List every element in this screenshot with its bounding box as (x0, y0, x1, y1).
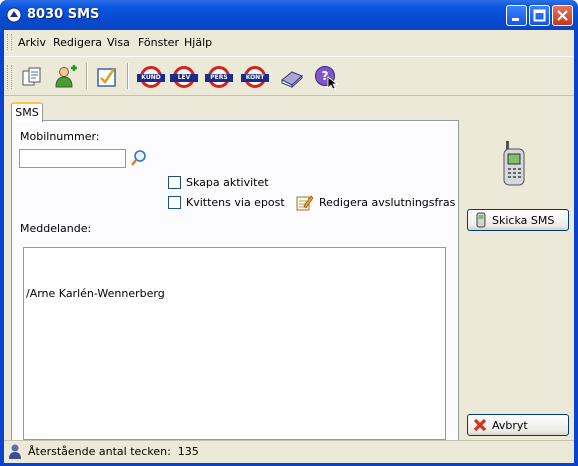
minimize-button[interactable] (506, 5, 527, 26)
sms-panel: Mobilnummer: Skapa aktivitet Kvittens vi… (11, 120, 459, 450)
minimize-icon (512, 18, 519, 21)
menu-fonster[interactable]: Fönster (138, 36, 179, 49)
remaining-chars-status: Återstående antal tecken: 135 (28, 445, 199, 458)
checklist-icon (97, 68, 116, 87)
svg-text:?: ? (322, 69, 329, 83)
edit-closing-phrase-button[interactable] (295, 194, 314, 212)
roundel-label: PERS (205, 74, 233, 82)
menu-arkiv[interactable]: Arkiv (18, 36, 46, 49)
mobile-number-label: Mobilnummer: (20, 130, 100, 143)
toolbar-help-button[interactable]: ? (312, 63, 340, 91)
edit-note-icon (296, 195, 314, 211)
roundel-label: LEV (170, 74, 198, 82)
phone-small-icon (476, 212, 486, 228)
email-receipt-label: Kvittens via epost (186, 196, 285, 209)
toolbar-separator (127, 63, 129, 89)
help-cursor-icon: ? (315, 66, 338, 89)
app-window: 8030 SMS Arkiv Redigera Visa Fönster Hjä… (0, 0, 578, 466)
window-title: 8030 SMS (27, 7, 100, 22)
documents-icon (22, 67, 41, 86)
search-icon (131, 150, 146, 166)
toolbar-pers-button[interactable]: PERS (205, 63, 233, 91)
status-bar: Återstående antal tecken: 135 (4, 440, 574, 463)
toolbar-add-user-button[interactable] (52, 63, 80, 91)
add-user-icon (55, 65, 77, 88)
toolbar-grip[interactable] (7, 65, 12, 89)
edit-closing-phrase-label[interactable]: Redigera avslutningsfras (319, 196, 455, 209)
personnel-roundel-icon: PERS (205, 66, 233, 88)
toolbar-kont-button[interactable]: KONT (241, 63, 269, 91)
toolbar-separator (86, 63, 88, 89)
create-activity-checkbox[interactable] (168, 176, 181, 189)
cancel-label: Avbryt (492, 418, 528, 432)
toolbar-documents-button[interactable] (18, 63, 46, 91)
contact-roundel-icon: KONT (241, 66, 269, 88)
message-label: Meddelande: (20, 222, 92, 235)
close-button[interactable] (552, 5, 573, 26)
client-area: Arkiv Redigera Visa Fönster Hjälp KUND L… (4, 30, 574, 463)
menu-hjalp[interactable]: Hjälp (184, 36, 212, 49)
roundel-label: KUND (137, 74, 165, 82)
send-sms-button[interactable]: Skicka SMS (467, 209, 569, 231)
menubar-grip[interactable] (7, 34, 12, 50)
mobile-phone-icon (503, 141, 525, 186)
menu-bar: Arkiv Redigera Visa Fönster Hjälp (4, 30, 574, 54)
cancel-button[interactable]: Avbryt (467, 414, 569, 436)
toolbar: KUND LEV PERS KONT ? (4, 56, 574, 96)
toolbar-checklist-button[interactable] (93, 63, 121, 91)
app-icon[interactable] (6, 7, 22, 23)
mobile-number-input[interactable] (19, 149, 126, 168)
toolbar-kund-button[interactable]: KUND (137, 63, 165, 91)
tab-sms[interactable]: SMS (11, 102, 43, 122)
menu-redigera[interactable]: Redigera (53, 36, 102, 49)
supplier-roundel-icon: LEV (170, 66, 198, 88)
roundel-label: KONT (241, 74, 269, 82)
mobile-phone-image (500, 139, 530, 187)
maximize-icon (533, 9, 546, 22)
send-sms-label: Skicka SMS (492, 213, 555, 227)
create-activity-label: Skapa aktivitet (186, 176, 269, 189)
menu-visa[interactable]: Visa (107, 36, 130, 49)
close-icon (557, 10, 568, 21)
message-textarea[interactable]: /Arne Karlén-Wennerberg (23, 247, 446, 440)
search-contact-button[interactable] (130, 149, 148, 167)
cancel-x-icon (473, 418, 487, 432)
title-bar[interactable]: 8030 SMS (0, 0, 578, 30)
maximize-button[interactable] (529, 5, 550, 26)
book-icon (281, 71, 303, 88)
toolbar-lev-button[interactable]: LEV (170, 63, 198, 91)
email-receipt-checkbox[interactable] (168, 196, 181, 209)
toolbar-book-button[interactable] (278, 63, 306, 91)
customer-roundel-icon: KUND (137, 66, 165, 88)
user-icon (9, 444, 21, 459)
